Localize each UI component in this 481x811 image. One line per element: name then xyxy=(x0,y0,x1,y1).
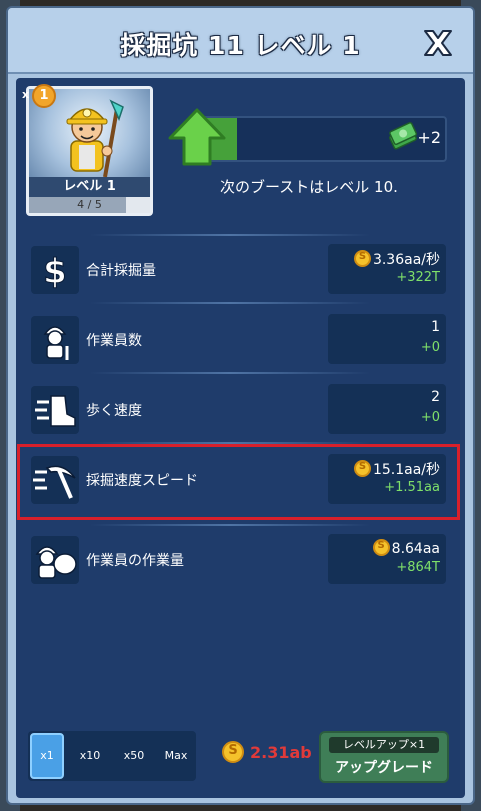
manager-level-label: レベル 1 xyxy=(29,177,150,197)
stat-row-total-extraction: $ 合計採掘量 3.36aa/秒 +322T xyxy=(18,240,461,302)
coin-icon xyxy=(372,539,390,556)
close-icon xyxy=(424,30,452,56)
dollar-icon: $ xyxy=(31,246,79,294)
divider xyxy=(90,524,370,526)
stat-delta: +322T xyxy=(396,270,440,285)
stat-value: 3.36aa/秒 xyxy=(353,249,440,269)
stat-value: 1 xyxy=(431,319,440,335)
upgrade-cost-value: 2.31ab xyxy=(250,743,312,762)
panel-header: 採掘坑 11 レベル 1 xyxy=(8,8,473,74)
stat-value: 8.64aa xyxy=(372,539,440,557)
next-boost-text: 次のブーストはレベル 10. xyxy=(220,178,398,196)
stat-row-workers: 作業員数 1 +0 xyxy=(18,310,461,372)
stat-delta: +0 xyxy=(420,340,440,355)
cash-stack-icon xyxy=(389,122,417,150)
stat-row-walk-speed: 歩く速度 2 +0 xyxy=(18,380,461,442)
close-button[interactable] xyxy=(421,28,455,58)
stat-label: 歩く速度 xyxy=(86,403,142,419)
manager-level-progress: 4 / 5 xyxy=(29,197,150,213)
badge-prefix: x xyxy=(22,88,30,101)
upgrade-button-label: アップグレード xyxy=(335,760,433,776)
miner-sack-icon xyxy=(31,536,79,584)
highlight-box xyxy=(17,444,460,520)
stat-value-box: 1 +0 xyxy=(328,314,446,364)
upgrade-level-tag: レベルアップ×1 xyxy=(329,737,439,753)
boost-reward-amount: +2 xyxy=(417,128,441,147)
multiplier-max[interactable]: Max xyxy=(158,731,194,781)
multiplier-x10[interactable]: x10 xyxy=(72,731,108,781)
multiplier-x50[interactable]: x50 xyxy=(116,731,152,781)
upgrade-multiplier-selector: x1 x10 x50 Max xyxy=(28,731,196,781)
stat-delta: +0 xyxy=(420,410,440,425)
stat-label: 合計採掘量 xyxy=(86,263,156,279)
walking-boot-icon xyxy=(31,386,79,434)
multiplier-x1[interactable]: x1 xyxy=(30,733,64,779)
stat-delta: +864T xyxy=(396,560,440,575)
stat-label: 作業員数 xyxy=(86,333,142,349)
badge-count: 1 xyxy=(32,84,56,108)
coin-icon xyxy=(222,741,244,763)
stat-value: 2 xyxy=(431,389,440,405)
panel-title: 採掘坑 11 レベル 1 xyxy=(120,31,361,60)
manager-progress-text: 4 / 5 xyxy=(77,198,102,211)
upgrade-button[interactable]: レベルアップ×1 アップグレード xyxy=(319,731,449,783)
svg-text:$: $ xyxy=(43,252,67,292)
manager-count-badge: x 1 xyxy=(22,84,56,108)
divider xyxy=(90,302,370,304)
divider xyxy=(90,234,370,236)
stat-value-box: 3.36aa/秒 +322T xyxy=(328,244,446,294)
stat-row-worker-capacity: 作業員の作業量 8.64aa +864T xyxy=(18,530,461,592)
upgrade-cost: 2.31ab xyxy=(222,741,312,763)
stat-label: 作業員の作業量 xyxy=(86,553,184,569)
stat-value-box: 2 +0 xyxy=(328,384,446,434)
coin-icon xyxy=(353,250,371,267)
divider xyxy=(90,372,370,374)
up-arrow-icon xyxy=(168,108,226,166)
miner-worker-icon xyxy=(31,316,79,364)
stat-value-box: 8.64aa +864T xyxy=(328,534,446,584)
